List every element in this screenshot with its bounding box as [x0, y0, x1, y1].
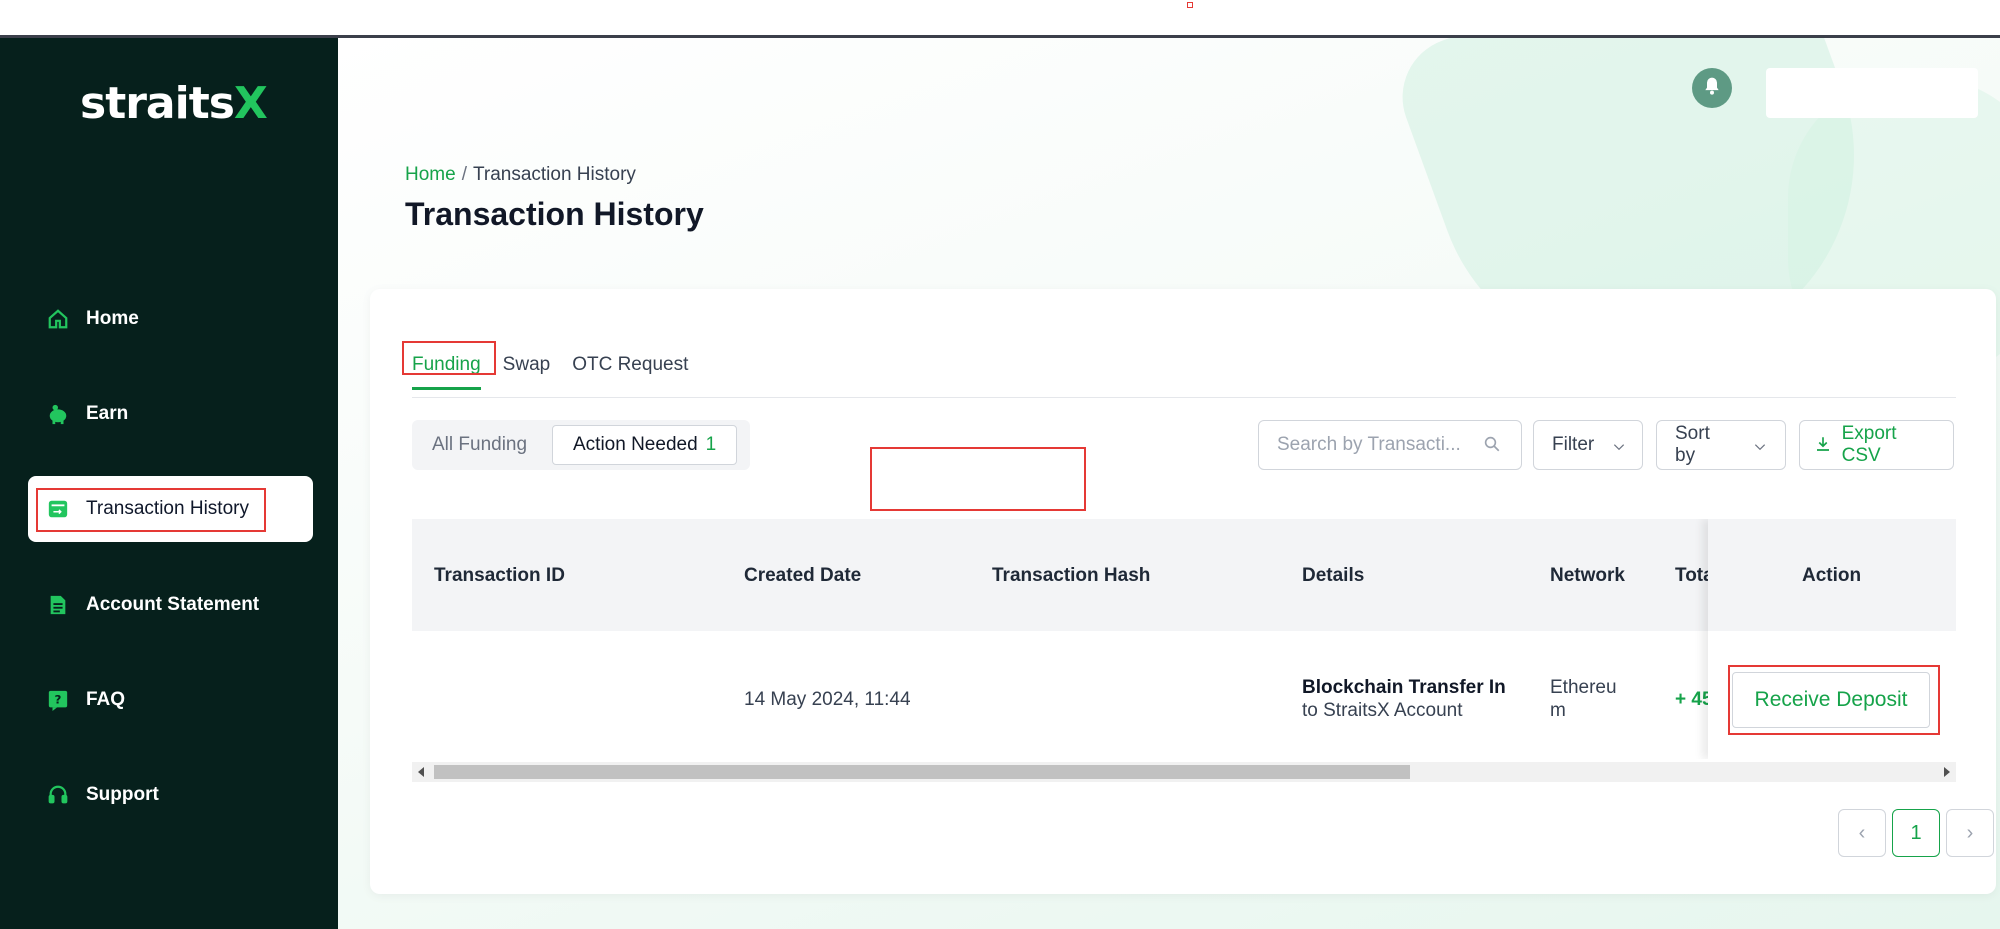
- export-csv-button[interactable]: Export CSV: [1799, 420, 1954, 470]
- breadcrumb-current: Transaction History: [472, 164, 636, 185]
- tab-divider: [412, 397, 1956, 398]
- sidebar-item-label: Support: [86, 784, 159, 805]
- piggy-bank-icon: [46, 402, 70, 426]
- column-header-network[interactable]: Network: [1550, 565, 1625, 587]
- straitsx-logo[interactable]: straitsX: [80, 78, 268, 129]
- breadcrumb-home-link[interactable]: Home: [405, 164, 456, 185]
- column-header-transaction-id[interactable]: Transaction ID: [434, 565, 565, 587]
- segment-action-needed[interactable]: Action Needed 1: [552, 425, 738, 465]
- cell-total: + 45: [1675, 689, 1713, 710]
- tab-funding[interactable]: Funding: [402, 341, 496, 390]
- action-needed-count: 1: [705, 434, 717, 455]
- segment-all-funding[interactable]: All Funding: [412, 434, 547, 456]
- column-header-transaction-hash[interactable]: Transaction Hash: [992, 565, 1150, 587]
- sidebar-item-earn[interactable]: Earn: [28, 381, 313, 447]
- scroll-right-arrow[interactable]: [1944, 767, 1950, 777]
- search-placeholder: Search by Transacti...: [1277, 434, 1461, 455]
- sidebar-item-faq[interactable]: ? FAQ: [28, 667, 313, 733]
- column-header-action: Action: [1802, 565, 1862, 586]
- sidebar-item-transaction-history[interactable]: Transaction History: [28, 476, 313, 542]
- sidebar-item-label: Account Statement: [86, 594, 260, 615]
- question-icon: ?: [46, 688, 70, 712]
- sort-dropdown[interactable]: Sort by: [1656, 420, 1786, 470]
- filter-dropdown[interactable]: Filter: [1533, 420, 1643, 470]
- scrollbar-thumb[interactable]: [434, 765, 1410, 779]
- page-title: Transaction History: [405, 196, 704, 232]
- column-header-details[interactable]: Details: [1302, 565, 1364, 587]
- tab-bar: Funding Swap OTC Request: [402, 341, 710, 390]
- sidebar-item-label: Home: [86, 308, 139, 329]
- cell-details-title: Blockchain Transfer In: [1302, 677, 1506, 698]
- main-content: Home / Transaction History Transaction His…: [338, 38, 2000, 929]
- svg-text:?: ?: [55, 693, 62, 707]
- headset-icon: [46, 783, 70, 807]
- sidebar-item-label: FAQ: [86, 689, 126, 710]
- search-input[interactable]: Search by Transacti...: [1258, 420, 1522, 470]
- tab-swap[interactable]: Swap: [503, 354, 551, 390]
- download-icon: [1814, 435, 1834, 455]
- chevron-down-icon: [1753, 438, 1767, 452]
- sidebar: straitsX Home Earn Transaction History A…: [0, 38, 338, 929]
- cell-created-date: 14 May 2024, 11:44: [744, 689, 911, 710]
- sidebar-item-label: Earn: [86, 403, 129, 424]
- marker-dot: [1187, 2, 1193, 8]
- sidebar-item-account-statement[interactable]: Account Statement: [28, 572, 313, 638]
- sidebar-item-support[interactable]: Support: [28, 762, 313, 828]
- tab-otc-request[interactable]: OTC Request: [572, 354, 688, 390]
- receive-deposit-button[interactable]: Receive Deposit: [1732, 672, 1930, 728]
- action-column: Action Receive Deposit: [1708, 519, 1956, 759]
- highlight-box: [870, 447, 1086, 511]
- chevron-down-icon: [1612, 438, 1626, 452]
- transactions-card: Funding Swap OTC Request All Funding Act…: [370, 289, 1996, 894]
- search-icon: [1483, 435, 1503, 455]
- pagination-page-1[interactable]: 1: [1892, 809, 1940, 857]
- pagination-prev-button[interactable]: ‹: [1838, 809, 1886, 857]
- notification-bell-button[interactable]: [1692, 68, 1732, 108]
- funding-filter-segment: All Funding Action Needed 1: [412, 420, 750, 470]
- sidebar-item-home[interactable]: Home: [28, 286, 313, 352]
- user-menu[interactable]: [1766, 68, 1978, 118]
- bell-icon: [1702, 76, 1722, 101]
- document-icon: [46, 593, 70, 617]
- browser-topbar: [0, 0, 2000, 38]
- cell-network: Ethereu: [1550, 677, 1617, 698]
- column-header-created-date[interactable]: Created Date: [744, 565, 861, 587]
- cell-network-wrap: m: [1550, 700, 1566, 721]
- highlight-box: [36, 488, 266, 532]
- table-horizontal-scrollbar[interactable]: [412, 762, 1956, 782]
- transactions-table: Transaction ID Created Date Transaction …: [412, 519, 1956, 759]
- pagination-next-button[interactable]: ›: [1946, 809, 1994, 857]
- cell-details-subtitle: to StraitsX Account: [1302, 700, 1463, 721]
- home-icon: [46, 307, 70, 331]
- scroll-left-arrow[interactable]: [418, 767, 424, 777]
- highlight-box: [402, 341, 496, 375]
- breadcrumb: Home / Transaction History: [405, 164, 636, 185]
